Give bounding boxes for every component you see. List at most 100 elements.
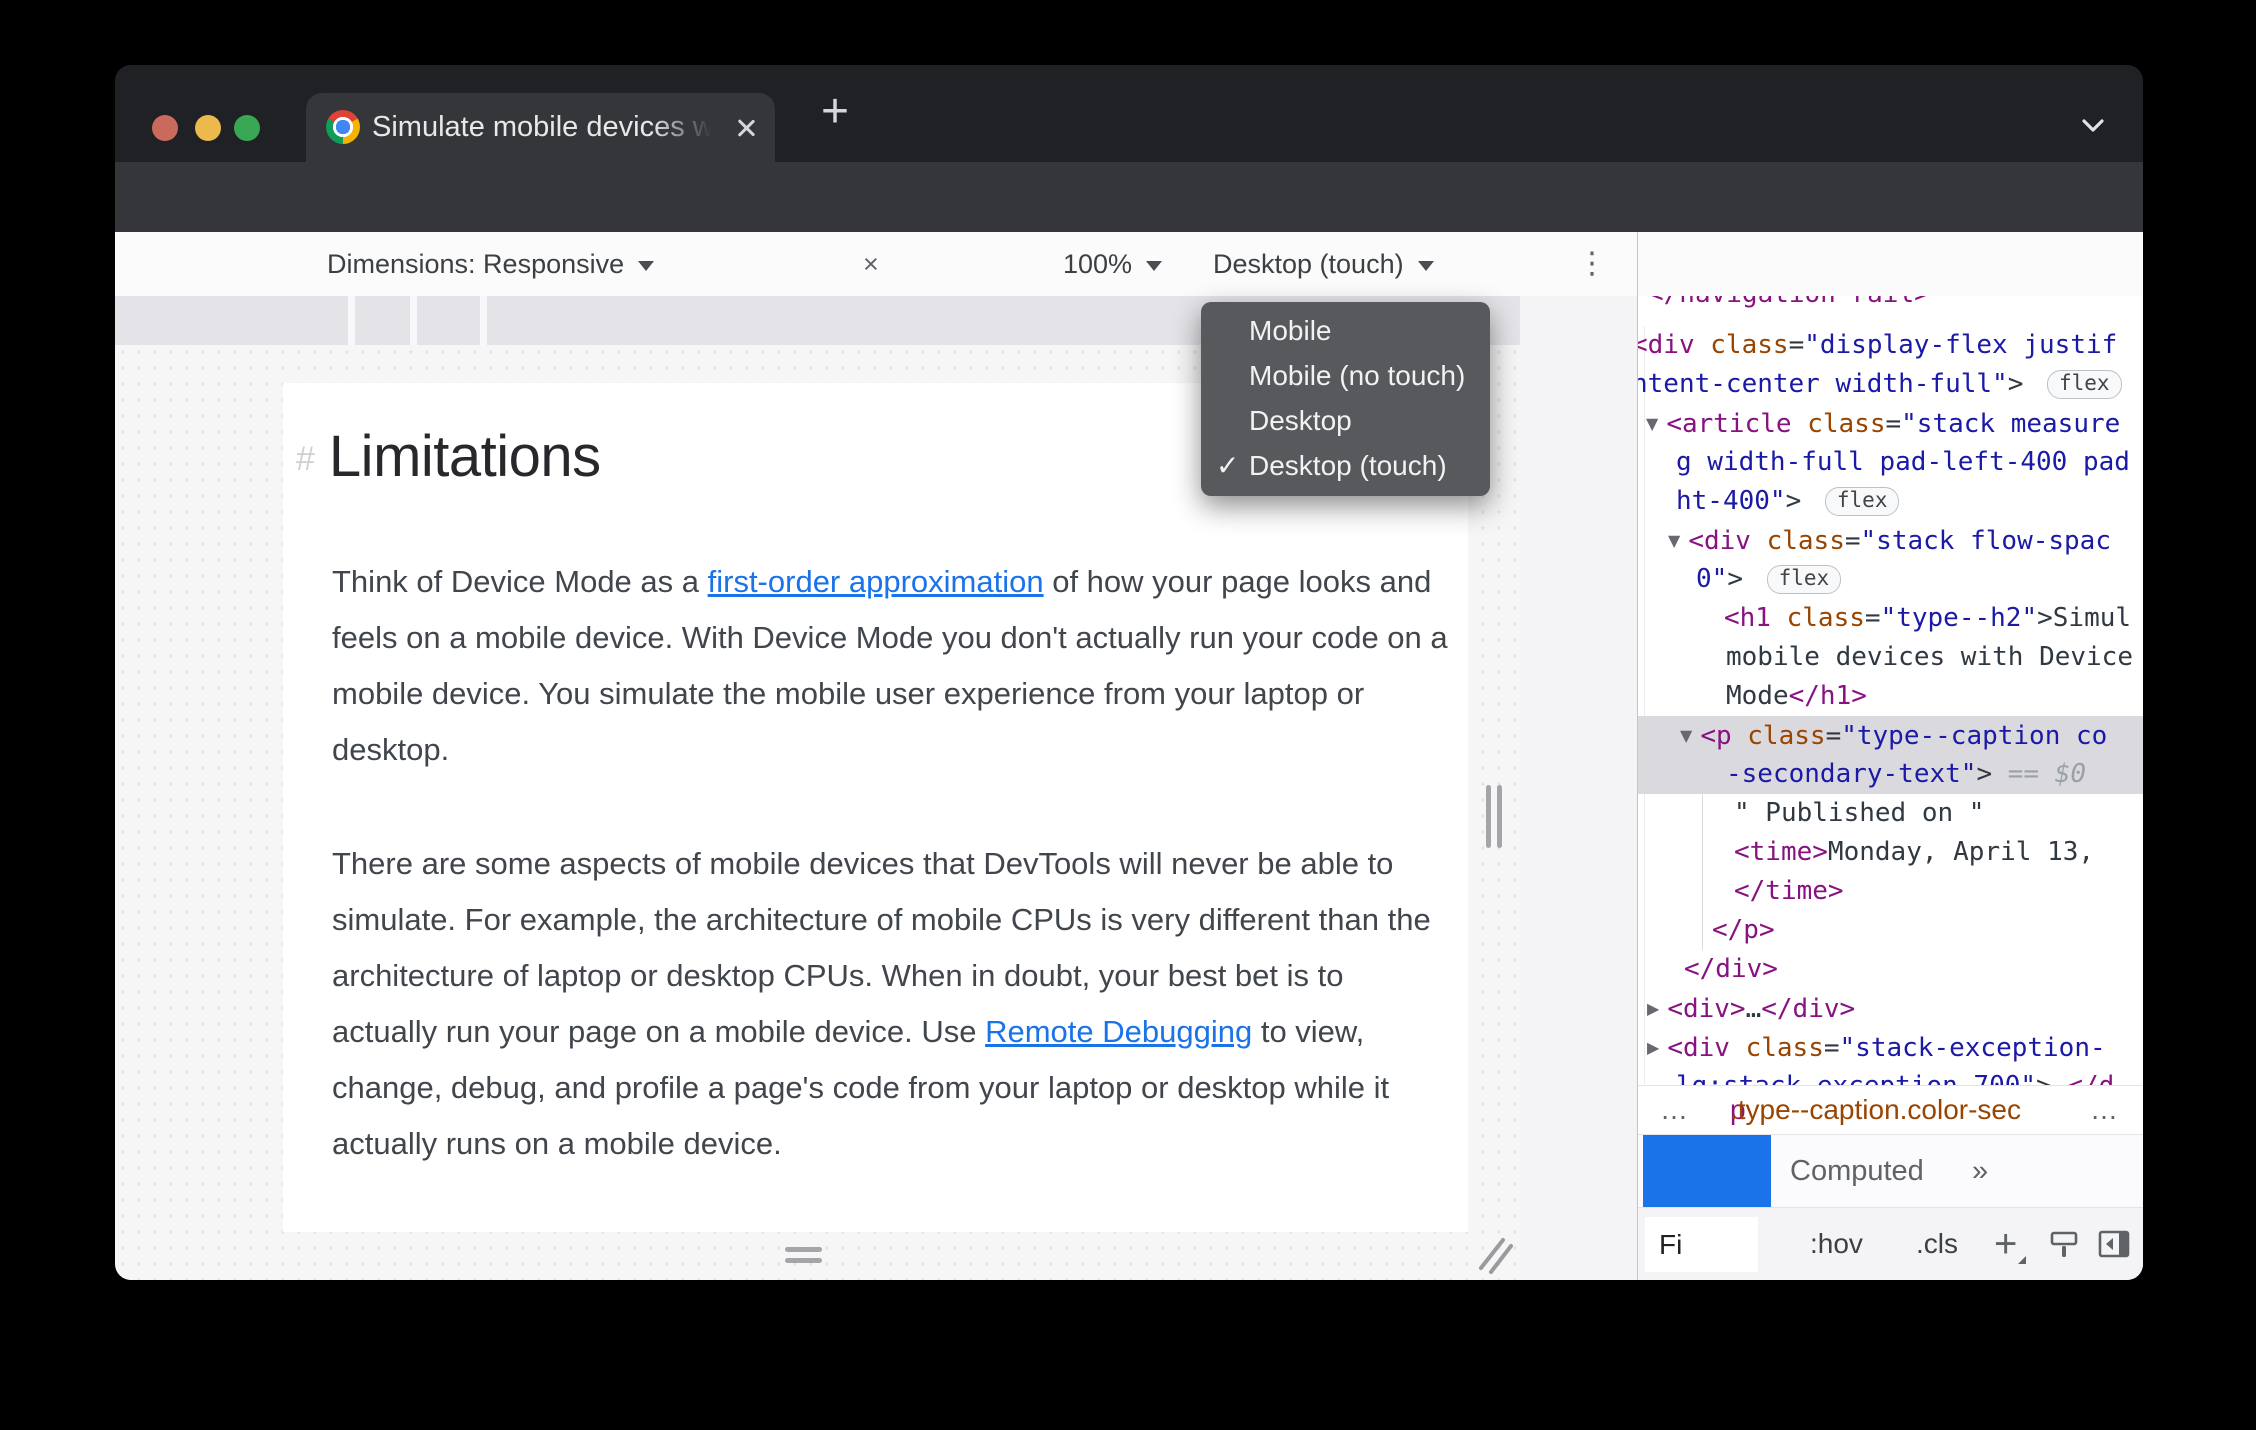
expand-arrow-closed-icon[interactable]: ▶ (1647, 1038, 1659, 1057)
height-resize-handle[interactable] (785, 1258, 822, 1263)
menu-item-label: Mobile (no touch) (1249, 360, 1466, 391)
menu-item-label: Desktop (touch) (1249, 450, 1447, 481)
code-token: "display-flex justif (1804, 330, 2118, 360)
dom-tree-line[interactable]: <h1 class="type--h2">Simul (1638, 599, 2143, 638)
dom-tree-line[interactable]: </div> (1638, 950, 2143, 989)
code-token: <h1 (1724, 603, 1787, 633)
style-filter-input[interactable]: Fi (1645, 1217, 1758, 1272)
tab-close-icon[interactable] (735, 117, 757, 139)
dom-tree: </navigation-rail><div class="display-fl… (1638, 296, 2143, 1106)
code-token: </div> (1684, 954, 1778, 984)
media-query-tick (480, 296, 487, 345)
menu-item-desktop-touch[interactable]: ✓ Desktop (touch) (1201, 443, 1490, 488)
expand-arrow-open-icon[interactable]: ▼ (1680, 726, 1692, 745)
dom-tree-line[interactable]: mobile devices with Device (1638, 638, 2143, 677)
devtools-split-divider[interactable] (1637, 232, 1638, 1280)
dropdown-caret-icon (1417, 260, 1434, 271)
indent-guide (1702, 794, 1703, 950)
code-token: <article (1666, 409, 1808, 439)
styles-tab-bar: Styles Computed » (1638, 1134, 2143, 1207)
code-token: = (1864, 603, 1881, 633)
device-toolbar: Dimensions: Responsive 592 × 415 100% De… (115, 232, 2143, 463)
inline-link-first-order-approximation[interactable]: first-order approximation (708, 564, 1044, 599)
traffic-light-close-button[interactable] (152, 115, 178, 141)
zoom-dropdown[interactable]: 100% (1063, 232, 1163, 296)
dimensions-dropdown[interactable]: Dimensions: Responsive (327, 232, 655, 296)
code-token: = (1885, 409, 1902, 439)
code-token: "type--h2" (1880, 603, 2038, 633)
breadcrumb-next-ellipsis[interactable]: … (2090, 1086, 2118, 1134)
traffic-light-zoom-button[interactable] (234, 115, 260, 141)
dom-tree-line[interactable]: ht-400"> flex (1638, 482, 2143, 521)
code-token: mobile devices with Device (1726, 642, 2133, 672)
expand-arrow-open-icon[interactable]: ▼ (1646, 414, 1658, 433)
traffic-light-minimize-button[interactable] (195, 115, 221, 141)
dom-tree-line[interactable]: 0"> flex (1638, 560, 2143, 599)
device-toolbar-menu-button[interactable]: ⋮ (1577, 232, 1607, 296)
code-token: > (1727, 564, 1759, 594)
code-token: class (1766, 526, 1845, 556)
inline-link-remote-debugging[interactable]: Remote Debugging (985, 1014, 1252, 1049)
code-token: = (1823, 1033, 1840, 1063)
add-style-rule-button[interactable]: + (1994, 1208, 2027, 1280)
dom-tree-line[interactable]: ▶ <div class="stack-exception- (1638, 1028, 2143, 1067)
dom-tree-line[interactable]: " Published on " (1638, 794, 2143, 833)
expand-arrow-open-icon[interactable]: ▼ (1668, 531, 1680, 550)
dom-tree-line[interactable]: ▼ <p class="type--caption co (1638, 716, 2143, 755)
dom-tree-line[interactable]: <div class="display-flex justif (1638, 326, 2143, 365)
code-token: "type--caption co (1841, 721, 2108, 751)
dom-tree-line[interactable]: ▼ <div class="stack flow-spac (1638, 521, 2143, 560)
new-tab-button[interactable]: + (805, 83, 865, 143)
tab-search-chevron-icon[interactable] (2081, 118, 2105, 134)
dom-tree-line[interactable]: ntent-center width-full"> flex (1638, 365, 2143, 404)
code-token: flex (2047, 370, 2122, 399)
dom-tree-line[interactable]: </p> (1638, 911, 2143, 950)
width-resize-handle[interactable] (1486, 785, 1491, 848)
rendering-emulation-icon[interactable] (2050, 1230, 2080, 1260)
code-token: = (1844, 526, 1861, 556)
code-token: … (1745, 994, 1762, 1024)
cls-toggle[interactable]: .cls (1916, 1208, 1958, 1280)
more-panels-chevron[interactable]: » (1972, 1135, 1988, 1207)
dom-tree-line[interactable]: </navigation-rail> (1638, 296, 2143, 314)
dom-tree-line[interactable]: Mode</h1> (1638, 677, 2143, 716)
tab-computed[interactable]: Computed (1790, 1135, 1924, 1207)
code-token: <div (1688, 526, 1767, 556)
expand-arrow-closed-icon[interactable]: ▶ (1647, 999, 1659, 1018)
dock-sidebar-icon[interactable] (2098, 1230, 2130, 1258)
hov-toggle[interactable]: :hov (1810, 1208, 1863, 1280)
code-token: </p> (1712, 915, 1775, 945)
breadcrumb-prev-ellipsis[interactable]: … (1660, 1086, 1688, 1134)
code-token: </h1> (1788, 681, 1867, 711)
width-resize-handle[interactable] (1497, 785, 1502, 848)
code-token: 0" (1696, 564, 1728, 594)
menu-item-desktop[interactable]: Desktop (1201, 398, 1490, 443)
code-token: </div> (1761, 994, 1856, 1024)
dom-tree-line[interactable]: g width-full pad-left-400 pad (1638, 443, 2143, 482)
device-area-gutter (1520, 296, 1638, 1280)
paragraph: Think of Device Mode as a first-order ap… (332, 554, 1454, 778)
dom-tree-line[interactable]: ▶ <div>…</div> (1638, 989, 2143, 1028)
browser-toolbar: localhost:8080/docs/devtools/device-mode… (115, 162, 2143, 320)
browser-tab[interactable]: Simulate mobile devices with D (306, 93, 775, 162)
breadcrumb-bar: … p .type--caption.color-sec … (1638, 1085, 2143, 1134)
code-token: $0 (2054, 759, 2087, 789)
dimensions-label: Dimensions: Responsive (327, 249, 625, 279)
height-resize-handle[interactable] (785, 1247, 822, 1252)
code-token: class (1807, 409, 1886, 439)
code-token: ntent-center width-full" (1638, 369, 2008, 399)
dom-tree-line[interactable]: <time>Monday, April 13, (1638, 833, 2143, 872)
code-token: class (1745, 1033, 1824, 1063)
dom-tree-line[interactable]: </time> (1638, 872, 2143, 911)
corner-resize-handle[interactable] (1475, 1236, 1515, 1276)
styles-filter-bar: Fi :hov .cls + (1638, 1207, 2143, 1280)
code-token: > (1785, 486, 1817, 516)
chrome-favicon-icon (326, 110, 360, 144)
dom-tree-line[interactable]: ▼ <article class="stack measure (1638, 404, 2143, 443)
menu-item-mobile[interactable]: Mobile (1201, 308, 1490, 353)
device-type-dropdown[interactable]: Desktop (touch) (1213, 232, 1434, 296)
dropdown-caret-icon (1146, 260, 1163, 271)
anchor-hash[interactable]: # (296, 440, 315, 478)
dom-tree-line[interactable]: -secondary-text"> == $0 (1638, 755, 2143, 794)
menu-item-mobile-no-touch[interactable]: Mobile (no touch) (1201, 353, 1490, 398)
